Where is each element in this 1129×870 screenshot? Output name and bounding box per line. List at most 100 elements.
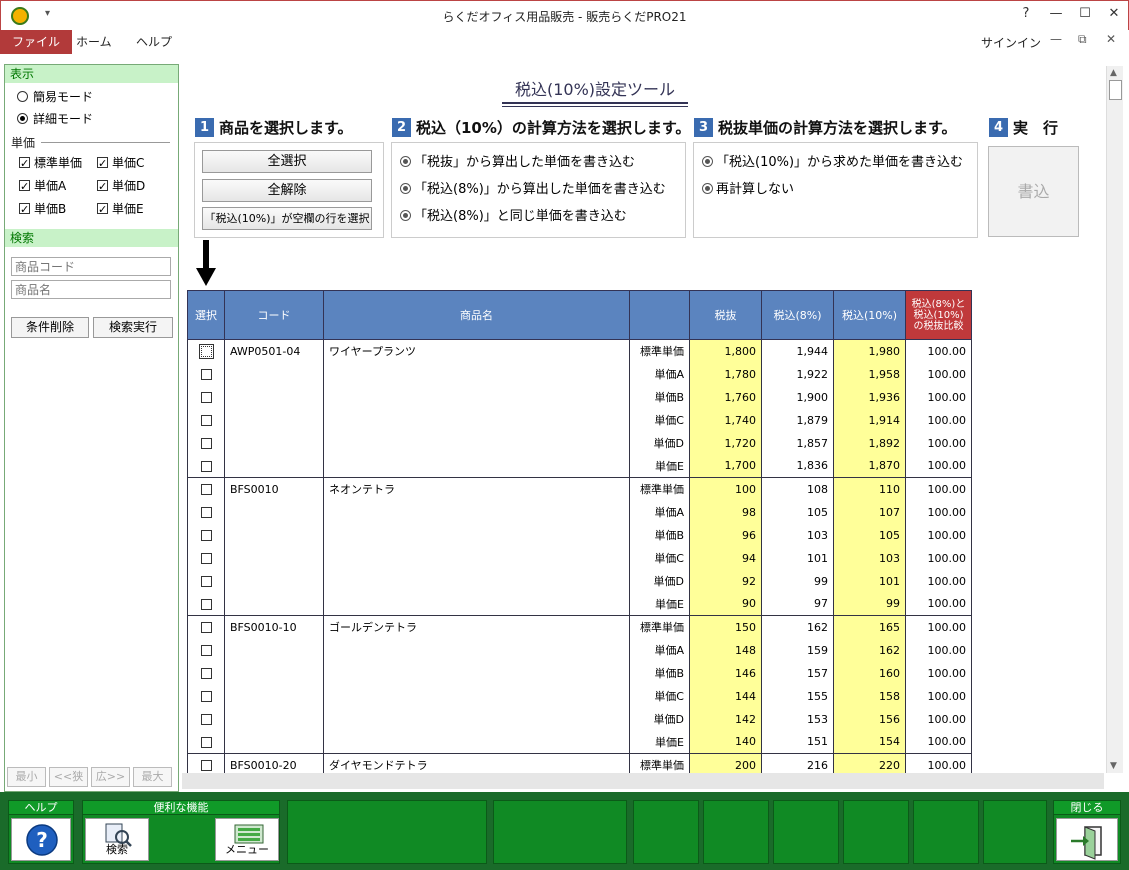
row-tax10-price[interactable]: 103 [833, 546, 906, 570]
row-tax10-price[interactable]: 156 [833, 707, 906, 731]
row-net-price[interactable]: 200 [689, 753, 762, 773]
row-net-price[interactable]: 1,800 [689, 339, 762, 363]
row-checkbox[interactable] [200, 598, 212, 610]
row-tax10-price[interactable]: 1,980 [833, 339, 906, 363]
row-net-price[interactable]: 1,700 [689, 454, 762, 478]
row-checkbox[interactable] [200, 576, 212, 587]
scroll-down-icon[interactable]: ▼ [1110, 761, 1117, 771]
row-tax10-price[interactable]: 101 [833, 569, 906, 593]
scroll-up-icon[interactable]: ▲ [1110, 68, 1117, 78]
row-net-price[interactable]: 148 [689, 638, 762, 662]
row-net-price[interactable]: 144 [689, 684, 762, 708]
help-button[interactable]: ? [11, 818, 71, 861]
row-checkbox[interactable] [200, 530, 212, 541]
row-select-cell[interactable] [187, 362, 225, 386]
row-checkbox[interactable] [200, 392, 212, 403]
row-select-cell[interactable] [187, 753, 225, 773]
row-select-cell[interactable] [187, 684, 225, 708]
row-net-price[interactable]: 140 [689, 730, 762, 754]
row-checkbox[interactable] [200, 645, 212, 656]
row-tax10-price[interactable]: 162 [833, 638, 906, 662]
row-net-price[interactable]: 1,740 [689, 408, 762, 432]
row-tax10-price[interactable]: 1,870 [833, 454, 906, 478]
calc-option-from-net[interactable]: 「税抜」から算出した単価を書き込む [392, 149, 685, 176]
row-select-cell[interactable] [187, 454, 225, 478]
row-net-price[interactable]: 98 [689, 500, 762, 524]
search-function-button[interactable]: 検索 [85, 818, 149, 861]
row-select-cell[interactable] [187, 385, 225, 409]
net-option-from-tax10[interactable]: 「税込(10%)」から求めた単価を書き込む [694, 149, 977, 176]
write-button[interactable]: 書込 [988, 146, 1079, 237]
row-select-cell[interactable] [187, 730, 225, 754]
row-tax10-price[interactable]: 107 [833, 500, 906, 524]
calc-option-same-as-tax8[interactable]: 「税込(8%)」と同じ単価を書き込む [392, 203, 685, 230]
net-option-no-recalc[interactable]: 再計算しない [694, 176, 977, 203]
row-checkbox[interactable] [200, 760, 212, 772]
row-tax10-price[interactable]: 158 [833, 684, 906, 708]
row-net-price[interactable]: 90 [689, 592, 762, 616]
menu-function-button[interactable]: メニュー [215, 818, 279, 861]
row-select-cell[interactable] [187, 408, 225, 432]
row-product-name [323, 684, 630, 708]
row-select-cell[interactable] [187, 569, 225, 593]
row-select-cell[interactable] [187, 638, 225, 662]
row-checkbox[interactable] [198, 344, 214, 360]
row-net-price[interactable]: 1,760 [689, 385, 762, 409]
calc-option-from-tax8[interactable]: 「税込(8%)」から算出した単価を書き込む [392, 176, 685, 203]
horizontal-scrollbar[interactable] [182, 773, 1104, 789]
row-tax10-price[interactable]: 1,914 [833, 408, 906, 432]
row-net-price[interactable]: 146 [689, 661, 762, 685]
row-tax10-price[interactable]: 220 [833, 753, 906, 773]
row-select-cell[interactable] [187, 477, 225, 501]
row-tax10-price[interactable]: 1,936 [833, 385, 906, 409]
option-label: 「税込(8%)」から算出した単価を書き込む [414, 182, 666, 197]
exit-door-icon [1071, 826, 1102, 860]
row-select-cell[interactable] [187, 615, 225, 639]
row-checkbox[interactable] [200, 553, 212, 564]
row-checkbox[interactable] [200, 622, 212, 634]
row-net-price[interactable]: 100 [689, 477, 762, 501]
row-select-cell[interactable] [187, 500, 225, 524]
row-net-price[interactable]: 96 [689, 523, 762, 547]
row-net-price[interactable]: 94 [689, 546, 762, 570]
row-checkbox[interactable] [200, 460, 212, 472]
row-net-price[interactable]: 142 [689, 707, 762, 731]
row-tax10-price[interactable]: 105 [833, 523, 906, 547]
row-tax10-price[interactable]: 165 [833, 615, 906, 639]
row-tax10-price[interactable]: 110 [833, 477, 906, 501]
select-all-button[interactable]: 全選択 [202, 150, 372, 173]
row-tax10-price[interactable]: 1,958 [833, 362, 906, 386]
row-checkbox[interactable] [200, 507, 212, 518]
row-tax10-price[interactable]: 1,892 [833, 431, 906, 455]
row-checkbox[interactable] [200, 415, 212, 426]
row-select-cell[interactable] [187, 707, 225, 731]
row-tax10-price[interactable]: 99 [833, 592, 906, 616]
row-tax10-price[interactable]: 154 [833, 730, 906, 754]
deselect-all-button[interactable]: 全解除 [202, 179, 372, 202]
row-net-price[interactable]: 150 [689, 615, 762, 639]
row-compare-ratio: 100.00 [905, 523, 972, 547]
row-select-cell[interactable] [187, 431, 225, 455]
row-tax10-price[interactable]: 160 [833, 661, 906, 685]
row-select-cell[interactable] [187, 523, 225, 547]
scroll-thumb[interactable] [1109, 80, 1122, 100]
row-tax8-price: 1,944 [761, 339, 834, 363]
row-checkbox[interactable] [200, 438, 212, 449]
row-select-cell[interactable] [187, 592, 225, 616]
row-checkbox[interactable] [200, 736, 212, 748]
close-app-button[interactable] [1056, 818, 1118, 861]
row-checkbox[interactable] [200, 484, 212, 496]
row-net-price[interactable]: 1,780 [689, 362, 762, 386]
row-select-cell[interactable] [187, 661, 225, 685]
row-checkbox[interactable] [200, 691, 212, 702]
row-checkbox[interactable] [200, 369, 212, 380]
row-checkbox[interactable] [200, 714, 212, 725]
vertical-scrollbar[interactable]: ▲ ▼ [1106, 66, 1123, 773]
row-net-price[interactable]: 1,720 [689, 431, 762, 455]
row-compare-ratio: 100.00 [905, 408, 972, 432]
row-select-cell[interactable] [187, 339, 225, 363]
row-select-cell[interactable] [187, 546, 225, 570]
row-checkbox[interactable] [200, 668, 212, 679]
select-empty-rows-button[interactable]: 「税込(10%)」が空欄の行を選択 [202, 207, 372, 230]
row-net-price[interactable]: 92 [689, 569, 762, 593]
